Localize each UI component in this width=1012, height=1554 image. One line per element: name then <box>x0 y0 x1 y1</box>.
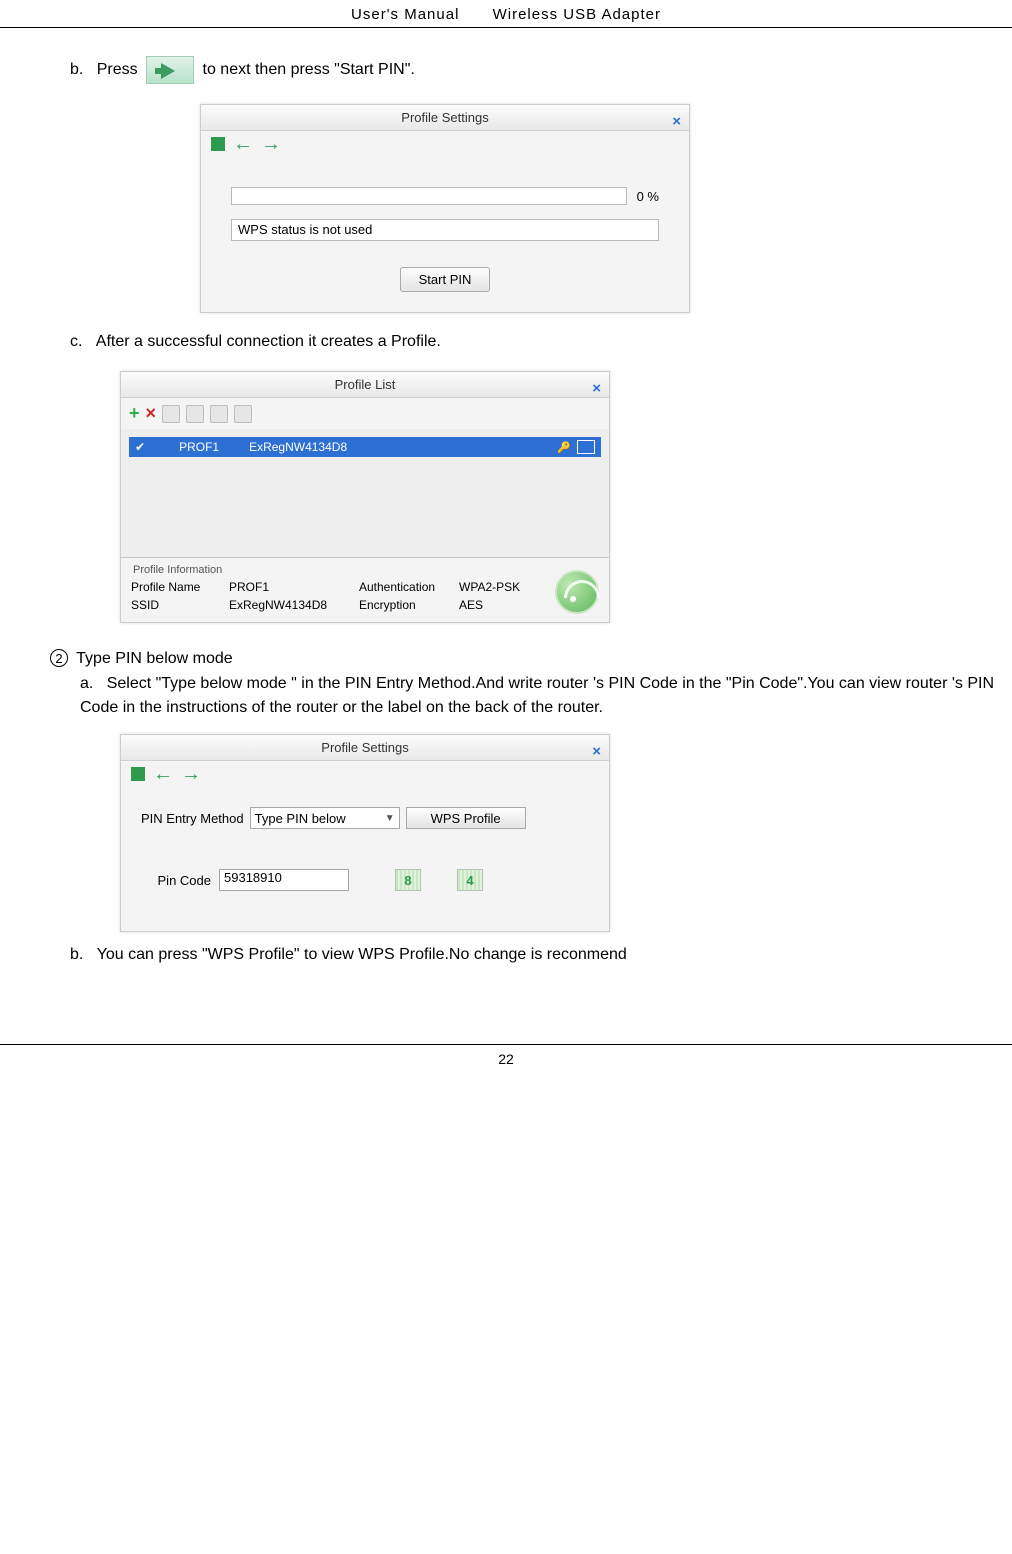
section-2-heading: Type PIN below mode <box>76 650 233 667</box>
back-arrow-icon[interactable]: ← <box>233 137 253 151</box>
profile-info-legend: Profile Information <box>131 564 599 580</box>
key-icon <box>557 440 571 454</box>
export-icon[interactable] <box>210 405 228 423</box>
value-enc: AES <box>459 598 539 612</box>
pin-code-label: Pin Code <box>141 873 211 888</box>
pin-length-4-button[interactable]: 4 <box>457 869 483 891</box>
page-number: 22 <box>0 1044 1012 1067</box>
page-header: User's Manual Wireless USB Adapter <box>0 0 1012 28</box>
close-icon[interactable]: × <box>592 739 601 765</box>
row-ssid: ExRegNW4134D8 <box>249 440 347 454</box>
profile-list-row[interactable]: ✔ PROF1 ExRegNW4134D8 <box>129 437 601 457</box>
section-2-a: a. Select "Type below mode " in the PIN … <box>10 672 1002 720</box>
titlebar: Profile List × <box>121 372 609 398</box>
profile-list: ✔ PROF1 ExRegNW4134D8 <box>121 429 609 557</box>
window-title: Profile Settings <box>401 110 488 125</box>
titlebar: Profile Settings × <box>121 735 609 761</box>
progress-bar <box>231 187 627 205</box>
step-b2: b. You can press "WPS Profile" to view W… <box>10 946 1002 964</box>
stop-icon[interactable] <box>131 767 145 781</box>
back-arrow-icon[interactable]: ← <box>153 767 173 781</box>
profile-settings-window-2: Profile Settings × ← → PIN Entry Method … <box>120 734 610 932</box>
pin-entry-method-select[interactable]: Type PIN below ▼ <box>250 807 400 829</box>
label-enc: Encryption <box>359 598 449 612</box>
list-empty-area <box>129 457 601 549</box>
forward-arrow-icon[interactable]: → <box>261 137 281 151</box>
wps-status-field: WPS status is not used <box>231 219 659 241</box>
step-c: c. After a successful connection it crea… <box>10 333 1002 351</box>
pin-code-input[interactable]: 59318910 <box>219 869 349 891</box>
pin-length-8-button[interactable]: 8 <box>395 869 421 891</box>
header-right: Wireless USB Adapter <box>493 6 661 23</box>
next-arrow-icon <box>146 56 194 84</box>
add-icon[interactable]: + <box>129 403 140 424</box>
value-ssid: ExRegNW4134D8 <box>229 598 349 612</box>
delete-icon[interactable]: × <box>146 403 157 424</box>
chevron-down-icon: ▼ <box>385 813 395 824</box>
refresh-icon[interactable] <box>234 405 252 423</box>
profile-settings-window: Profile Settings × ← → 0 % WPS status is… <box>200 104 690 313</box>
start-pin-button[interactable]: Start PIN <box>400 267 491 292</box>
profile-list-window: Profile List × + × ✔ PROF1 ExRegNW4134D8 <box>120 371 610 623</box>
signal-icon <box>577 440 595 454</box>
list-toolbar: + × <box>121 398 609 429</box>
titlebar: Profile Settings × <box>201 105 689 131</box>
close-icon[interactable]: × <box>672 109 681 135</box>
connection-status-icon <box>555 570 599 614</box>
section-2: 2 Type PIN below mode <box>10 649 1002 668</box>
pin-entry-method-value: Type PIN below <box>255 811 346 826</box>
window-title: Profile List <box>335 377 396 392</box>
pin-entry-method-label: PIN Entry Method <box>141 811 244 826</box>
circled-number: 2 <box>50 649 68 667</box>
import-icon[interactable] <box>186 405 204 423</box>
edit-icon[interactable] <box>162 405 180 423</box>
header-left: User's Manual <box>351 6 459 23</box>
step-b-text-after: to next then press "Start PIN". <box>203 61 415 78</box>
profile-information: Profile Information Profile Name PROF1 A… <box>121 557 609 622</box>
step-b2-label: b. <box>70 946 83 963</box>
step-b2-text: You can press "WPS Profile" to view WPS … <box>97 946 627 963</box>
value-profile-name: PROF1 <box>229 580 349 594</box>
value-auth: WPA2-PSK <box>459 580 539 594</box>
step-c-label: c. <box>70 333 82 350</box>
step-b: b. Press to next then press "Start PIN". <box>10 56 1002 84</box>
step-b-text-before: Press <box>97 61 138 78</box>
wps-profile-button[interactable]: WPS Profile <box>406 807 526 829</box>
forward-arrow-icon[interactable]: → <box>181 767 201 781</box>
nav-toolbar: ← → <box>121 761 609 787</box>
step-c-text: After a successful connection it creates… <box>96 333 441 350</box>
label-ssid: SSID <box>131 598 219 612</box>
window-title: Profile Settings <box>321 740 408 755</box>
row-profile-name: PROF1 <box>179 440 219 454</box>
nav-toolbar: ← → <box>201 131 689 157</box>
sub-a-text: Select "Type below mode " in the PIN Ent… <box>80 675 994 716</box>
step-b-label: b. <box>70 61 83 78</box>
stop-icon[interactable] <box>211 137 225 151</box>
close-icon[interactable]: × <box>592 376 601 402</box>
label-auth: Authentication <box>359 580 449 594</box>
sub-a-label: a. <box>80 675 93 692</box>
check-icon: ✔ <box>135 440 145 454</box>
progress-label: 0 % <box>637 189 659 204</box>
label-profile-name: Profile Name <box>131 580 219 594</box>
